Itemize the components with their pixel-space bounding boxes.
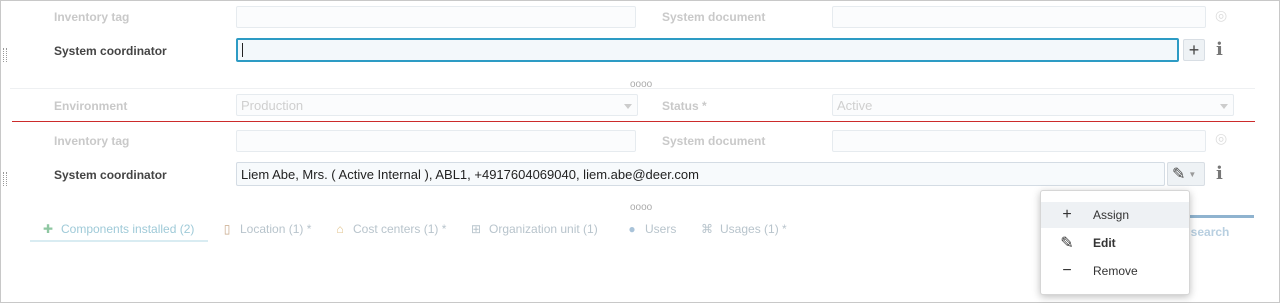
status-label: Status * xyxy=(662,99,707,113)
usages-icon: ⌘ xyxy=(701,222,713,236)
system-coordinator-label: System coordinator xyxy=(54,168,167,182)
tab-usages[interactable]: ⌘ Usages (1) * xyxy=(700,222,787,236)
status-select[interactable]: Active xyxy=(832,94,1234,116)
environment-label: Environment xyxy=(54,99,128,113)
expand-dots[interactable]: oooo xyxy=(630,202,652,213)
inventory-tag-label: Inventory tag xyxy=(54,10,130,24)
menu-item-assign[interactable]: + Assign xyxy=(1041,202,1189,228)
environment-select[interactable]: Production xyxy=(236,94,638,116)
inventory-tag-field[interactable] xyxy=(236,6,636,28)
plus-icon: + xyxy=(1062,206,1072,223)
bank-icon: ⌂ xyxy=(336,222,344,236)
pencil-icon: ✎ xyxy=(1060,235,1074,252)
system-coordinator-label: System coordinator xyxy=(54,44,167,58)
org-chart-icon: ⊞ xyxy=(470,222,482,236)
text-caret xyxy=(242,43,243,57)
minus-icon: − xyxy=(1062,262,1072,279)
globe-icon[interactable]: ◎ xyxy=(1215,8,1227,24)
info-icon[interactable]: i xyxy=(1216,163,1223,184)
separator-line xyxy=(12,121,1255,122)
tab-components-installed[interactable]: ✚ Components installed (2) xyxy=(41,222,194,236)
section-divider xyxy=(10,88,1255,89)
system-coordinator-input[interactable] xyxy=(236,38,1179,62)
edit-dropdown-button[interactable]: ✎ ▼ xyxy=(1167,162,1205,186)
user-icon: ● xyxy=(628,222,636,236)
tab-organization-unit[interactable]: ⊞ Organization unit (1) xyxy=(469,222,598,236)
menu-item-edit[interactable]: ✎ Edit xyxy=(1041,230,1189,256)
resize-grip-icon[interactable] xyxy=(3,48,7,62)
menu-item-remove[interactable]: − Remove xyxy=(1041,258,1189,284)
tab-users[interactable]: ● Users xyxy=(625,222,676,236)
inventory-tag-field[interactable] xyxy=(236,130,636,152)
resize-grip-icon[interactable] xyxy=(3,172,7,186)
chevron-down-icon xyxy=(624,104,632,109)
system-document-field[interactable] xyxy=(832,6,1206,28)
add-icon[interactable]: + xyxy=(1183,39,1205,61)
pencil-icon: ✎ xyxy=(1172,166,1186,183)
info-icon[interactable]: i xyxy=(1216,39,1223,60)
inventory-tag-label: Inventory tag xyxy=(54,134,130,148)
globe-icon[interactable]: ◎ xyxy=(1215,131,1227,147)
system-document-label: System document xyxy=(662,134,766,148)
system-document-label: System document xyxy=(662,10,766,24)
active-tab-underline xyxy=(30,240,208,242)
tab-cost-centers[interactable]: ⌂ Cost centers (1) * xyxy=(333,222,446,236)
coordinator-context-menu: + Assign ✎ Edit − Remove xyxy=(1040,190,1190,295)
puzzle-icon: ✚ xyxy=(42,222,54,236)
chevron-down-icon: ▼ xyxy=(1188,169,1197,179)
view-search-bar xyxy=(1190,215,1254,218)
chevron-down-icon xyxy=(1220,104,1228,109)
system-document-field[interactable] xyxy=(832,130,1206,152)
location-icon: ▯ xyxy=(223,222,231,236)
tab-location[interactable]: ▯ Location (1) * xyxy=(220,222,312,236)
system-coordinator-value-field[interactable]: Liem Abe, Mrs. ( Active Internal ), ABL1… xyxy=(236,162,1165,186)
